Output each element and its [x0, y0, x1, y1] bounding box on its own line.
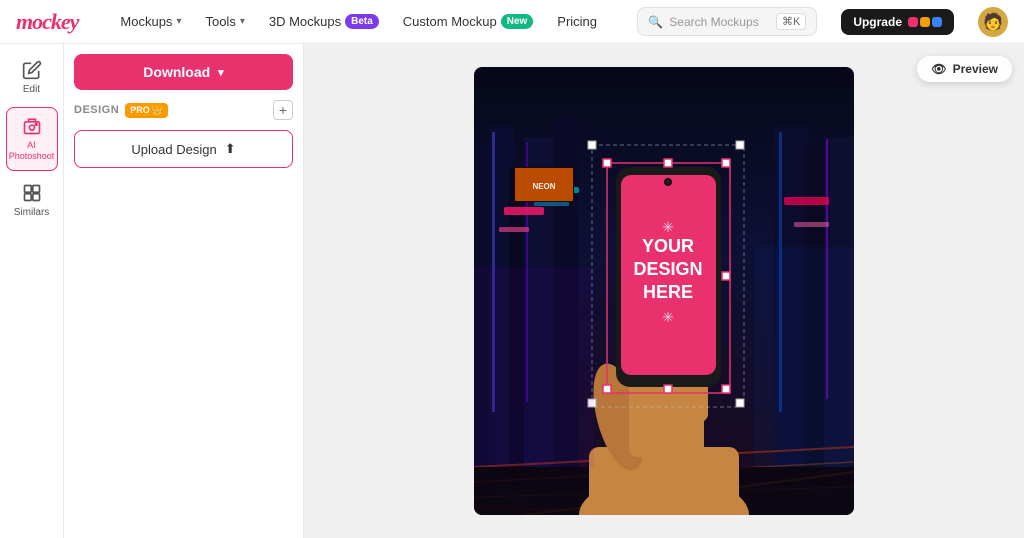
mockups-chevron-icon: ▾	[176, 16, 181, 27]
search-shortcut: ⌘K	[776, 13, 806, 30]
nav-tools-label: Tools	[205, 14, 235, 29]
nav-mockups-label: Mockups	[120, 14, 172, 29]
city-background: NEON	[474, 67, 854, 515]
pro-crown-icon: 👑	[152, 105, 163, 116]
upload-icon: ⬆	[225, 141, 236, 157]
sidebar-item-similars[interactable]: Similars	[6, 175, 58, 226]
canvas-area: 👁 Preview	[304, 44, 1024, 538]
nav-tools[interactable]: Tools ▾	[195, 8, 254, 35]
main-layout: Edit AIPhotoshoot Similars	[0, 44, 1024, 538]
search-icon: 🔍	[648, 15, 663, 29]
tools-chevron-icon: ▾	[240, 16, 245, 27]
design-label: DESIGN	[74, 104, 119, 116]
nav-mockups[interactable]: Mockups ▾	[110, 8, 191, 35]
mockup-container: NEON	[474, 67, 854, 515]
svg-text:HERE: HERE	[643, 282, 693, 302]
upgrade-label: Upgrade	[853, 15, 902, 29]
sidebar-item-edit[interactable]: Edit	[6, 52, 58, 103]
add-design-button[interactable]: +	[273, 100, 293, 120]
nav-pricing[interactable]: Pricing	[547, 8, 607, 35]
navbar: mockey Mockups ▾ Tools ▾ 3D Mockups Beta…	[0, 0, 1024, 44]
upgrade-button[interactable]: Upgrade	[841, 9, 954, 35]
panel: Download ▾ DESIGN PRO 👑 + Upload Design …	[64, 44, 304, 538]
pro-badge: PRO 👑	[125, 103, 168, 118]
svg-text:✳: ✳	[662, 219, 674, 235]
upgrade-icons	[908, 17, 942, 27]
svg-text:DESIGN: DESIGN	[633, 259, 702, 279]
nav-3d-mockups[interactable]: 3D Mockups Beta	[259, 8, 389, 35]
nav-custom-mockup[interactable]: Custom Mockup New	[393, 8, 543, 35]
download-button[interactable]: Download ▾	[74, 54, 293, 90]
nav-links: Mockups ▾ Tools ▾ 3D Mockups Beta Custom…	[110, 8, 613, 35]
avatar[interactable]: 🧑	[978, 7, 1008, 37]
nav-pricing-label: Pricing	[557, 14, 597, 29]
new-badge: New	[501, 14, 534, 29]
upgrade-dot-red	[908, 17, 918, 27]
edit-label: Edit	[23, 84, 40, 95]
svg-text:✳: ✳	[662, 309, 674, 325]
svg-text:NEON: NEON	[532, 182, 555, 191]
ai-photoshoot-label: AIPhotoshoot	[9, 140, 55, 162]
svg-text:YOUR: YOUR	[642, 236, 694, 256]
search-placeholder: Search Mockups	[669, 15, 758, 29]
design-header-row: DESIGN PRO 👑 +	[74, 100, 293, 120]
similars-icon	[22, 183, 42, 203]
upload-design-label: Upload Design	[131, 142, 216, 157]
nav-3d-label: 3D Mockups	[269, 14, 341, 29]
search-bar[interactable]: 🔍 Search Mockups ⌘K	[637, 7, 817, 36]
download-chevron-icon: ▾	[218, 66, 224, 79]
upgrade-dot-yellow	[920, 17, 930, 27]
preview-label: Preview	[953, 62, 998, 76]
beta-badge: Beta	[345, 14, 379, 29]
eye-icon: 👁	[931, 62, 946, 76]
icon-sidebar: Edit AIPhotoshoot Similars	[0, 44, 64, 538]
edit-icon	[22, 60, 42, 80]
download-label: Download	[143, 64, 210, 80]
ai-photoshoot-icon	[22, 116, 42, 136]
nav-custom-label: Custom Mockup	[403, 14, 497, 29]
preview-button[interactable]: 👁 Preview	[917, 56, 1012, 82]
similars-label: Similars	[14, 207, 50, 218]
sidebar-item-ai-photoshoot[interactable]: AIPhotoshoot	[6, 107, 58, 171]
upgrade-dot-blue	[932, 17, 942, 27]
logo[interactable]: mockey	[16, 9, 78, 35]
upload-design-button[interactable]: Upload Design ⬆	[74, 130, 293, 168]
